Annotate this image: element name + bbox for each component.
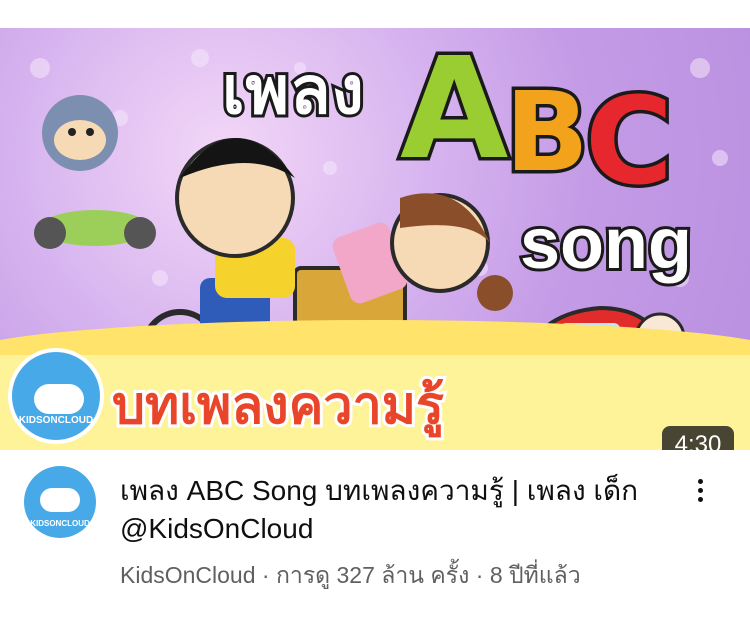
view-count: การดู 327 ล้าน ครั้ง [275,562,470,588]
monkey-scooter-illustration [34,95,156,249]
meta-separator: · [255,562,276,588]
meta-separator: · [469,562,490,588]
thumbnail-letter-b: B [502,65,593,200]
thumbnail-letter-c: C [581,70,676,216]
video-meta: KidsOnCloud · การดู 327 ล้าน ครั้ง · 8 ป… [120,558,581,594]
kidsoncloud-logo: KIDSONCLOUD [8,348,104,444]
channel-name[interactable]: KidsOnCloud [120,562,256,588]
vertical-ellipsis-icon[interactable] [686,472,714,508]
thumbnail-song-text: song [517,201,695,287]
video-meta-row: KIDSONCLOUD เพลง ABC Song บทเพลงความรู้ … [0,450,750,631]
thumbnail-letter-a: A [396,28,511,195]
thumbnail-title-thai: เพลง [219,49,367,132]
duration-badge: 4:30 [662,426,734,450]
video-title[interactable]: เพลง ABC Song บทเพลงความรู้ | เพลง เด็ก … [120,472,660,548]
upload-age: 8 ปีที่แล้ว [489,562,581,588]
channel-avatar[interactable]: KIDSONCLOUD [24,466,96,538]
thumbnail-subtitle-thai: บทเพลงความรู้ [109,374,447,438]
avatar-brand-text: KIDSONCLOUD [30,519,90,528]
logo-brand-text: KIDSONCLOUD [18,415,94,426]
cloud-icon [40,488,80,512]
video-thumbnail[interactable]: เพลง A B C song KIDSONCLOUD บทเพลงความรู… [0,28,750,450]
cloud-icon [34,384,84,414]
